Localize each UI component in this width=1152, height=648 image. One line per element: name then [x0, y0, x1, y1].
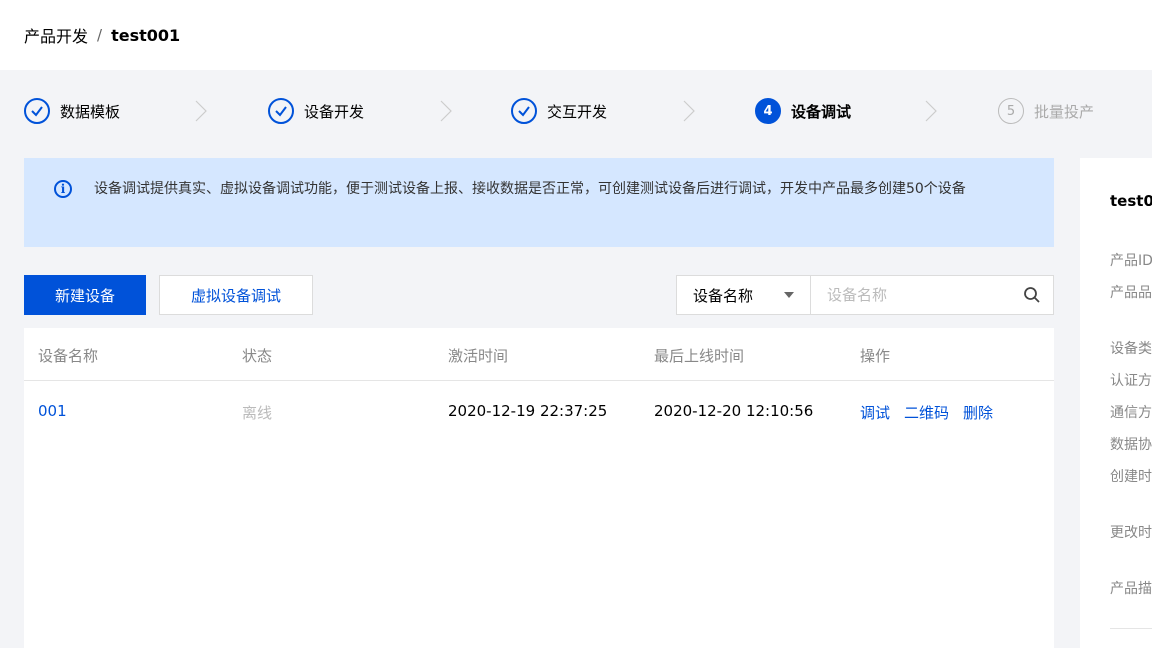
step-label: 数据模板	[60, 102, 121, 121]
step-interaction-dev[interactable]: 交互开发	[511, 86, 607, 136]
new-device-button[interactable]: 新建设备	[24, 275, 146, 315]
check-icon	[511, 98, 537, 124]
breadcrumb-parent[interactable]: 产品开发	[24, 23, 88, 47]
product-title: test0	[1110, 192, 1152, 210]
column-header: 操作	[860, 347, 891, 365]
breadcrumb: 产品开发 / test001	[0, 0, 1152, 70]
info-label: 产品ID	[1110, 253, 1152, 269]
info-label: 产品描	[1110, 581, 1152, 597]
column-header: 状态	[242, 347, 273, 365]
table-header: 设备名称 状态 激活时间 最后上线时间 操作	[24, 328, 1054, 381]
chevron-right-icon	[683, 86, 695, 136]
step-label: 批量投产	[1034, 102, 1095, 121]
qrcode-action-link[interactable]: 二维码	[904, 402, 949, 423]
divider	[1110, 628, 1152, 629]
column-header: 激活时间	[448, 347, 509, 365]
chevron-right-icon	[925, 86, 937, 136]
info-label: 数据协	[1110, 437, 1152, 453]
step-label: 设备调试	[791, 102, 852, 121]
breadcrumb-current: test001	[111, 25, 181, 45]
info-icon: i	[54, 180, 72, 198]
step-label: 交互开发	[547, 102, 608, 121]
device-name-link[interactable]: 001	[38, 402, 67, 420]
device-table: 设备名称 状态 激活时间 最后上线时间 操作 001 离线 2020-12-19…	[24, 328, 1054, 648]
check-icon	[268, 98, 294, 124]
step-device-debug[interactable]: 4 设备调试	[755, 86, 851, 136]
check-icon	[24, 98, 50, 124]
info-label: 产品品	[1110, 285, 1152, 301]
activation-time: 2020-12-19 22:37:25	[448, 402, 608, 420]
info-label: 设备类	[1110, 341, 1152, 357]
delete-action-link[interactable]: 删除	[963, 402, 993, 423]
search-input[interactable]	[811, 276, 1011, 314]
info-label: 更改时	[1110, 525, 1152, 541]
table-row: 001 离线 2020-12-19 22:37:25 2020-12-20 12…	[24, 381, 1054, 443]
step-data-template[interactable]: 数据模板	[24, 86, 120, 136]
search-box	[810, 275, 1054, 315]
chevron-right-icon	[195, 86, 207, 136]
step-number: 4	[755, 98, 781, 124]
filter-selected-value: 设备名称	[693, 286, 754, 305]
column-header: 设备名称	[38, 347, 99, 365]
info-label: 通信方	[1110, 405, 1152, 421]
filter-field-select[interactable]: 设备名称	[676, 275, 811, 315]
column-header: 最后上线时间	[654, 347, 745, 365]
step-mass-production[interactable]: 5 批量投产	[998, 86, 1094, 136]
notice-text: 设备调试提供真实、虚拟设备调试功能，便于测试设备上报、接收数据是否正常，可创建测…	[94, 181, 966, 197]
caret-down-icon	[784, 292, 794, 298]
step-label: 设备开发	[304, 102, 365, 121]
device-status: 离线	[242, 404, 273, 422]
breadcrumb-separator: /	[97, 26, 103, 44]
info-notice: i 设备调试提供真实、虚拟设备调试功能，便于测试设备上报、接收数据是否正常，可创…	[24, 158, 1054, 247]
step-number: 5	[998, 98, 1024, 124]
debug-action-link[interactable]: 调试	[860, 402, 890, 423]
last-online-time: 2020-12-20 12:10:56	[654, 402, 814, 420]
step-device-dev[interactable]: 设备开发	[268, 86, 364, 136]
search-icon[interactable]	[1023, 286, 1041, 304]
virtual-debug-button[interactable]: 虚拟设备调试	[159, 275, 313, 315]
chevron-right-icon	[440, 86, 452, 136]
product-info-panel: test0 产品ID 产品品 设备类 认证方 通信方 数据协 创建时 更改时 产…	[1080, 158, 1152, 648]
progress-steps: 数据模板 设备开发 交互开发 4 设备调试 5 批量投产	[0, 86, 1152, 136]
info-label: 创建时	[1110, 469, 1152, 485]
info-label: 认证方	[1110, 373, 1152, 389]
